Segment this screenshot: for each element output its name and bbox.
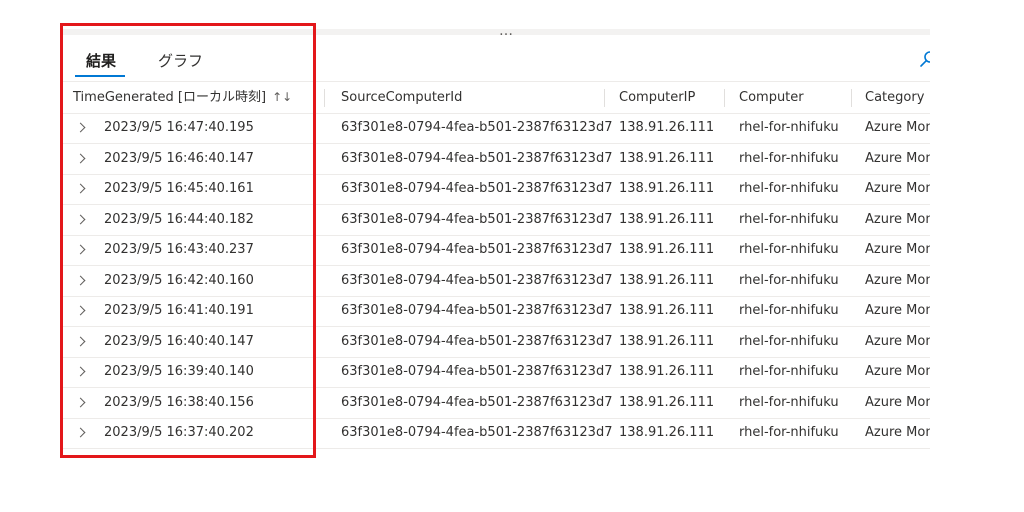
cell-computer: rhel-for-nhifuku [739,242,839,257]
table-row[interactable]: 2023/9/5 16:46:40.147 63f301e8-0794-4fea-… [63,144,930,175]
chevron-right-icon[interactable] [75,122,86,133]
table-row[interactable]: 2023/9/5 16:43:40.237 63f301e8-0794-4fea-… [63,235,930,266]
table-row[interactable]: 2023/9/5 16:41:40.191 63f301e8-0794-4fea-… [63,296,930,327]
chevron-right-icon[interactable] [75,153,86,163]
cell-category: Azure Mon [865,272,930,288]
column-header-computer[interactable]: Computer [739,82,804,113]
drag-handle-icon[interactable]: … [499,29,514,38]
table-row[interactable]: 2023/9/5 16:40:40.147 63f301e8-0794-4fea-… [63,327,930,358]
chevron-right-icon[interactable] [75,244,86,255]
cell-category: Azure Mon [865,181,930,196]
search-icon[interactable] [918,49,930,69]
table-row[interactable]: 2023/9/5 16:37:40.202 63f301e8-0794-4fea-… [63,418,930,449]
cell-source-computer-id: 63f301e8-0794-4fea-b501-2387f63123d7 [341,150,613,166]
cell-computer-ip: 138.91.26.111 [619,425,715,440]
column-header-label: TimeGenerated [ローカル時刻] [73,90,267,105]
cell-computer-ip: 138.91.26.111 [619,150,715,166]
cell-time-generated: 2023/9/5 16:41:40.191 [104,303,254,318]
cell-computer: rhel-for-nhifuku [739,364,839,379]
cell-computer: rhel-for-nhifuku [739,272,839,288]
cell-computer-ip: 138.91.26.111 [619,333,715,349]
cell-computer: rhel-for-nhifuku [739,120,839,135]
cell-time-generated: 2023/9/5 16:47:40.195 [104,120,254,135]
table-row[interactable]: 2023/9/5 16:38:40.156 63f301e8-0794-4fea-… [63,388,930,419]
cell-source-computer-id: 63f301e8-0794-4fea-b501-2387f63123d7 [341,120,613,135]
column-header-source-computer-id[interactable]: SourceComputerId [341,82,462,113]
cell-source-computer-id: 63f301e8-0794-4fea-b501-2387f63123d7 [341,211,613,227]
cell-category: Azure Mon [865,333,930,349]
cell-computer-ip: 138.91.26.111 [619,242,715,257]
chevron-right-icon[interactable] [75,397,86,407]
cell-source-computer-id: 63f301e8-0794-4fea-b501-2387f63123d7 [341,333,613,349]
cell-computer-ip: 138.91.26.111 [619,364,715,379]
cell-computer-ip: 138.91.26.111 [619,394,715,410]
cell-category: Azure Mon [865,150,930,166]
chevron-right-icon[interactable] [75,275,86,285]
cell-computer: rhel-for-nhifuku [739,211,839,227]
tab-results[interactable]: 結果 [86,51,116,73]
table-header: TimeGenerated [ローカル時刻] ↑↓ SourceComputerI… [63,81,930,114]
cell-time-generated: 2023/9/5 16:40:40.147 [104,333,254,349]
tab-chart[interactable]: グラフ [158,51,203,73]
cell-computer: rhel-for-nhifuku [739,394,839,410]
cell-computer: rhel-for-nhifuku [739,303,839,318]
cell-time-generated: 2023/9/5 16:37:40.202 [104,425,254,440]
chevron-right-icon[interactable] [75,427,86,438]
table-row[interactable]: 2023/9/5 16:45:40.161 63f301e8-0794-4fea-… [63,174,930,205]
cell-category: Azure Mon [865,394,930,410]
cell-time-generated: 2023/9/5 16:44:40.182 [104,211,254,227]
cell-source-computer-id: 63f301e8-0794-4fea-b501-2387f63123d7 [341,303,613,318]
cell-time-generated: 2023/9/5 16:46:40.147 [104,150,254,166]
cell-computer-ip: 138.91.26.111 [619,181,715,196]
cell-source-computer-id: 63f301e8-0794-4fea-b501-2387f63123d7 [341,364,613,379]
chevron-right-icon[interactable] [75,305,86,316]
cell-time-generated: 2023/9/5 16:43:40.237 [104,242,254,257]
table-row[interactable]: 2023/9/5 16:44:40.182 63f301e8-0794-4fea-… [63,205,930,236]
column-header-time-generated[interactable]: TimeGenerated [ローカル時刻] ↑↓ [73,82,292,113]
panel-resize-bar[interactable]: … [63,29,930,38]
cell-category: Azure Mon [865,242,930,257]
cell-time-generated: 2023/9/5 16:38:40.156 [104,394,254,410]
column-divider[interactable] [324,89,325,107]
cell-category: Azure Mon [865,425,930,440]
cell-source-computer-id: 63f301e8-0794-4fea-b501-2387f63123d7 [341,181,613,196]
cell-computer: rhel-for-nhifuku [739,333,839,349]
table-row[interactable]: 2023/9/5 16:39:40.140 63f301e8-0794-4fea-… [63,357,930,388]
table-row[interactable]: 2023/9/5 16:42:40.160 63f301e8-0794-4fea-… [63,266,930,297]
cell-computer-ip: 138.91.26.111 [619,272,715,288]
column-header-category[interactable]: Category [865,82,924,113]
cell-category: Azure Mon [865,364,930,379]
cell-time-generated: 2023/9/5 16:39:40.140 [104,364,254,379]
cell-computer: rhel-for-nhifuku [739,150,839,166]
cell-computer: rhel-for-nhifuku [739,181,839,196]
cell-computer: rhel-for-nhifuku [739,425,839,440]
cell-category: Azure Mon [865,120,930,135]
column-divider[interactable] [604,89,605,107]
cell-source-computer-id: 63f301e8-0794-4fea-b501-2387f63123d7 [341,242,613,257]
cell-time-generated: 2023/9/5 16:45:40.161 [104,181,254,196]
cell-source-computer-id: 63f301e8-0794-4fea-b501-2387f63123d7 [341,425,613,440]
chevron-right-icon[interactable] [75,336,86,346]
cell-computer-ip: 138.91.26.111 [619,120,715,135]
tab-active-indicator [75,75,125,77]
chevron-right-icon[interactable] [75,183,86,194]
cell-computer-ip: 138.91.26.111 [619,303,715,318]
table-row[interactable]: 2023/9/5 16:47:40.195 63f301e8-0794-4fea-… [63,113,930,144]
sort-icon[interactable]: ↑↓ [272,90,292,104]
chevron-right-icon[interactable] [75,366,86,377]
cell-time-generated: 2023/9/5 16:42:40.160 [104,272,254,288]
cell-category: Azure Mon [865,211,930,227]
cell-computer-ip: 138.91.26.111 [619,211,715,227]
chevron-right-icon[interactable] [75,214,86,224]
cell-source-computer-id: 63f301e8-0794-4fea-b501-2387f63123d7 [341,394,613,410]
column-divider[interactable] [724,89,725,107]
column-divider[interactable] [851,89,852,107]
results-panel: … 結果 グラフ TimeGenerated [ローカル時刻] ↑↓ Source… [63,29,930,459]
column-header-computer-ip[interactable]: ComputerIP [619,82,695,113]
cell-source-computer-id: 63f301e8-0794-4fea-b501-2387f63123d7 [341,272,613,288]
cell-category: Azure Mon [865,303,930,318]
